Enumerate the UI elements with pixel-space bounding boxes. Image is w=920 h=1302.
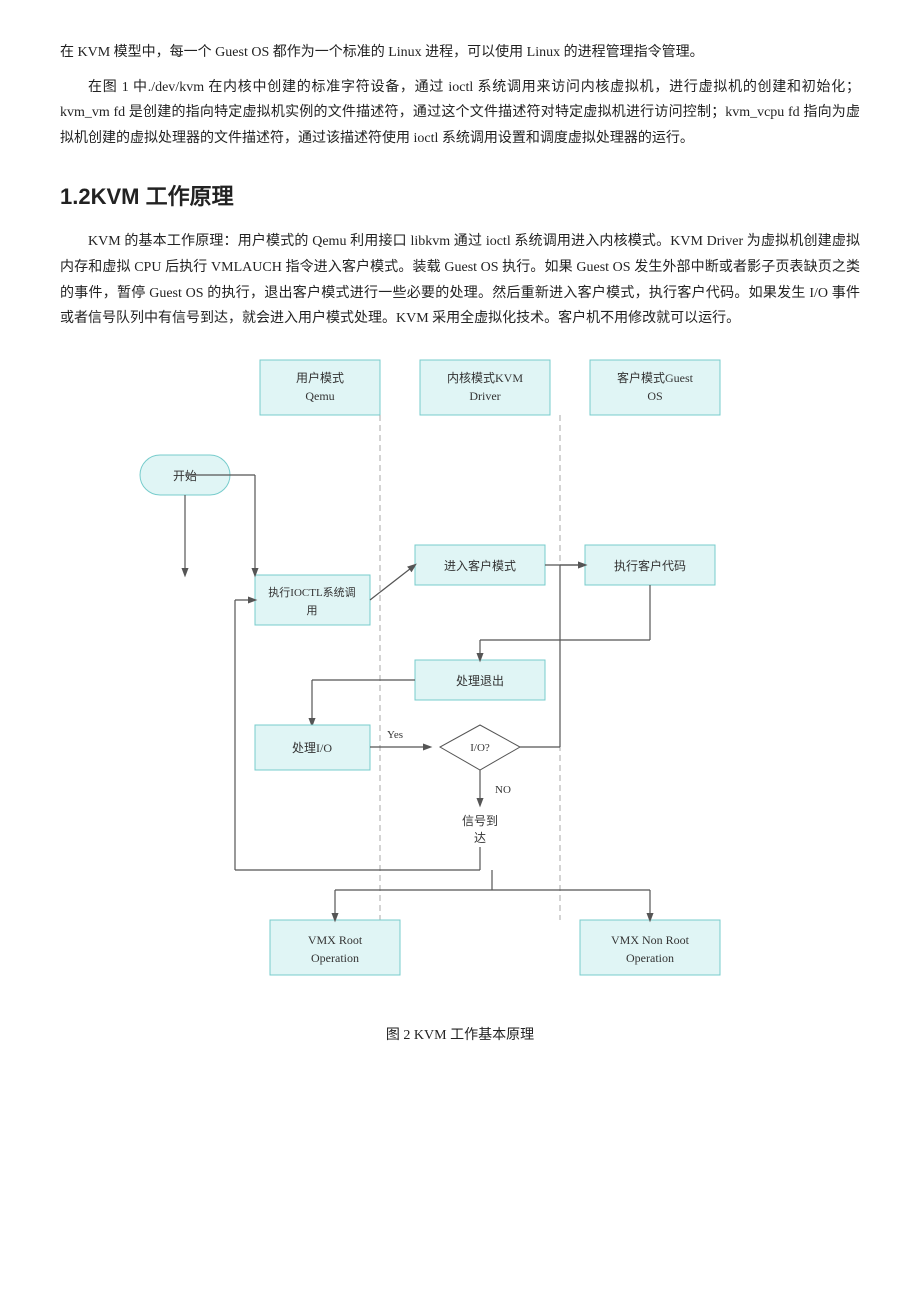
svg-text:Yes: Yes [387,729,403,741]
svg-text:Operation: Operation [311,951,359,965]
svg-text:用户模式: 用户模式 [296,370,344,385]
svg-text:信号到: 信号到 [462,814,498,828]
diagram-container: 用户模式 Qemu 内核模式KVM Driver 客户模式Guest OS 开始… [60,350,860,1044]
svg-text:用: 用 [307,605,318,617]
svg-text:开始: 开始 [173,469,197,483]
svg-text:VMX Non Root: VMX Non Root [611,933,690,947]
svg-text:NO: NO [495,784,511,796]
svg-text:Operation: Operation [626,951,674,965]
intro-paragraph-1: 在 KVM 模型中，每一个 Guest OS 都作为一个标准的 Linux 进程… [60,40,860,65]
body-paragraph: KVM 的基本工作原理：用户模式的 Qemu 利用接口 libkvm 通过 io… [60,229,860,333]
svg-text:处理退出: 处理退出 [456,674,504,688]
svg-text:Driver: Driver [469,389,500,403]
svg-text:处理I/O: 处理I/O [292,741,332,755]
intro-paragraph-2: 在图 1 中./dev/kvm 在内核中创建的标准字符设备，通过 ioctl 系… [60,75,860,151]
svg-text:VMX Root: VMX Root [308,933,363,947]
body-text: KVM 的基本工作原理：用户模式的 Qemu 利用接口 libkvm 通过 io… [60,234,860,327]
svg-text:进入客户模式: 进入客户模式 [444,558,516,573]
svg-text:Qemu: Qemu [305,389,334,403]
svg-text:执行客户代码: 执行客户代码 [614,558,686,573]
svg-text:达: 达 [474,831,486,845]
svg-text:执行IOCTL系统调: 执行IOCTL系统调 [268,585,355,599]
svg-text:OS: OS [647,389,662,403]
section-title: 1.2KVM 工作原理 [60,179,860,211]
intro-text-2: 在图 1 中./dev/kvm 在内核中创建的标准字符设备，通过 ioctl 系… [60,80,860,145]
svg-text:内核模式KVM: 内核模式KVM [447,371,523,385]
intro-text-1: 在 KVM 模型中，每一个 Guest OS 都作为一个标准的 Linux 进程… [60,45,704,60]
kvm-diagram: 用户模式 Qemu 内核模式KVM Driver 客户模式Guest OS 开始… [80,350,840,1010]
svg-text:I/O?: I/O? [470,742,490,754]
svg-text:客户模式Guest: 客户模式Guest [617,370,694,385]
diagram-caption: 图 2 KVM 工作基本原理 [386,1024,534,1044]
